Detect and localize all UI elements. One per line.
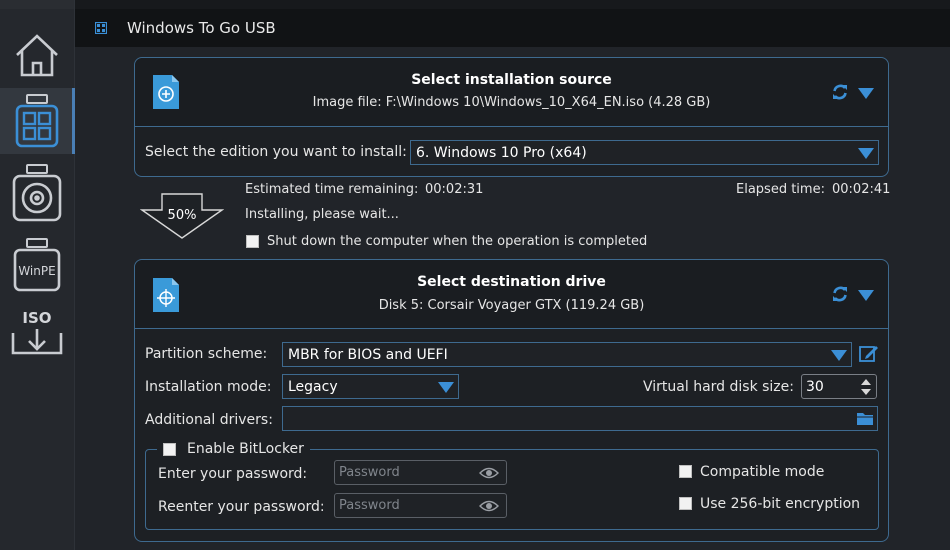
sidebar: WinPE ISO xyxy=(0,0,75,550)
drivers-label: Additional drivers: xyxy=(145,412,273,428)
mode-select[interactable]: Legacy xyxy=(282,374,459,399)
eye-icon[interactable] xyxy=(479,466,499,480)
home-icon xyxy=(16,34,58,77)
edition-label: Select the edition you want to install: xyxy=(145,144,407,160)
destination-card-header[interactable]: Select destination drive Disk 5: Corsair… xyxy=(135,260,888,329)
vhd-size-spinbox[interactable]: 30 xyxy=(801,374,877,399)
main-top-strip xyxy=(75,0,950,9)
source-subtitle: Image file: F:\Windows 10\Windows_10_X64… xyxy=(312,95,711,110)
shutdown-label: Shut down the computer when the operatio… xyxy=(267,234,648,249)
chevron-down-icon xyxy=(858,148,874,159)
title-bar: Windows To Go USB xyxy=(75,9,950,47)
destination-card: Select destination drive Disk 5: Corsair… xyxy=(134,259,889,542)
reenter-password-input[interactable] xyxy=(335,497,471,514)
password-label: Enter your password: xyxy=(158,466,308,482)
compatible-mode-label: Compatible mode xyxy=(700,464,825,480)
mode-value: Legacy xyxy=(288,378,338,395)
edition-select[interactable]: 6. Windows 10 Pro (x64) xyxy=(410,140,879,165)
eye-icon[interactable] xyxy=(479,499,499,513)
shutdown-checkbox[interactable] xyxy=(246,235,259,248)
source-title: Select installation source xyxy=(411,72,612,88)
app-grid-icon xyxy=(95,22,107,34)
encryption-checkbox[interactable] xyxy=(679,497,692,510)
expand-source-icon[interactable] xyxy=(858,88,874,99)
mode-label: Installation mode: xyxy=(145,379,272,395)
winpe-label: WinPE xyxy=(18,264,56,278)
sidebar-item-winpe[interactable]: WinPE xyxy=(0,232,74,298)
folder-icon[interactable] xyxy=(856,411,874,426)
spin-arrows-icon[interactable] xyxy=(859,377,873,397)
bitlocker-legend: Enable BitLocker xyxy=(157,441,310,457)
source-card: Select installation source Image file: F… xyxy=(134,57,889,177)
edition-value: 6. Windows 10 Pro (x64) xyxy=(416,144,587,161)
window-title: Windows To Go USB xyxy=(127,19,276,37)
sidebar-item-disk[interactable] xyxy=(0,160,74,226)
vhd-size-label: Virtual hard disk size: xyxy=(643,379,794,395)
reenter-password-field[interactable] xyxy=(334,493,507,518)
password-input[interactable] xyxy=(335,464,471,481)
progress-percent: 50% xyxy=(167,208,197,223)
refresh-source-icon[interactable] xyxy=(831,83,849,101)
partition-label: Partition scheme: xyxy=(145,346,268,362)
password-field[interactable] xyxy=(334,460,507,485)
remaining-label: Estimated time remaining: xyxy=(245,182,419,197)
refresh-destination-icon[interactable] xyxy=(831,285,849,303)
expand-destination-icon[interactable] xyxy=(858,290,874,301)
iso-download-icon: ISO xyxy=(10,303,64,363)
status-text: Installing, please wait... xyxy=(245,207,399,222)
sidebar-item-home[interactable] xyxy=(0,22,74,88)
bitlocker-group xyxy=(145,449,879,530)
source-card-header[interactable]: Select installation source Image file: F… xyxy=(135,58,888,127)
drivers-input[interactable] xyxy=(282,406,878,431)
remaining-value: 00:02:31 xyxy=(425,182,484,197)
destination-title: Select destination drive xyxy=(417,274,606,290)
bitlocker-checkbox[interactable] xyxy=(163,442,176,456)
chevron-down-icon xyxy=(438,382,454,393)
sidebar-item-windows-to-go[interactable] xyxy=(0,88,75,154)
vhd-size-value: 30 xyxy=(806,378,824,395)
disk-icon xyxy=(12,164,62,222)
edit-partition-icon[interactable] xyxy=(858,343,879,364)
elapsed-label: Elapsed time: xyxy=(736,182,825,197)
sidebar-item-iso[interactable]: ISO xyxy=(0,300,74,366)
partition-select[interactable]: MBR for BIOS and UEFI xyxy=(282,342,852,367)
chevron-down-icon xyxy=(831,350,847,361)
elapsed-value: 00:02:41 xyxy=(832,182,891,197)
encryption-label: Use 256-bit encryption xyxy=(700,496,861,512)
reenter-password-label: Reenter your password: xyxy=(158,499,325,515)
bitlocker-label: Enable BitLocker xyxy=(187,441,304,457)
destination-subtitle: Disk 5: Corsair Voyager GTX (119.24 GB) xyxy=(378,298,645,313)
winpe-icon: WinPE xyxy=(12,237,62,293)
sidebar-top-strip xyxy=(0,0,74,9)
partition-value: MBR for BIOS and UEFI xyxy=(288,346,448,363)
windows-grid-icon xyxy=(15,94,59,148)
compatible-mode-checkbox[interactable] xyxy=(679,465,692,478)
